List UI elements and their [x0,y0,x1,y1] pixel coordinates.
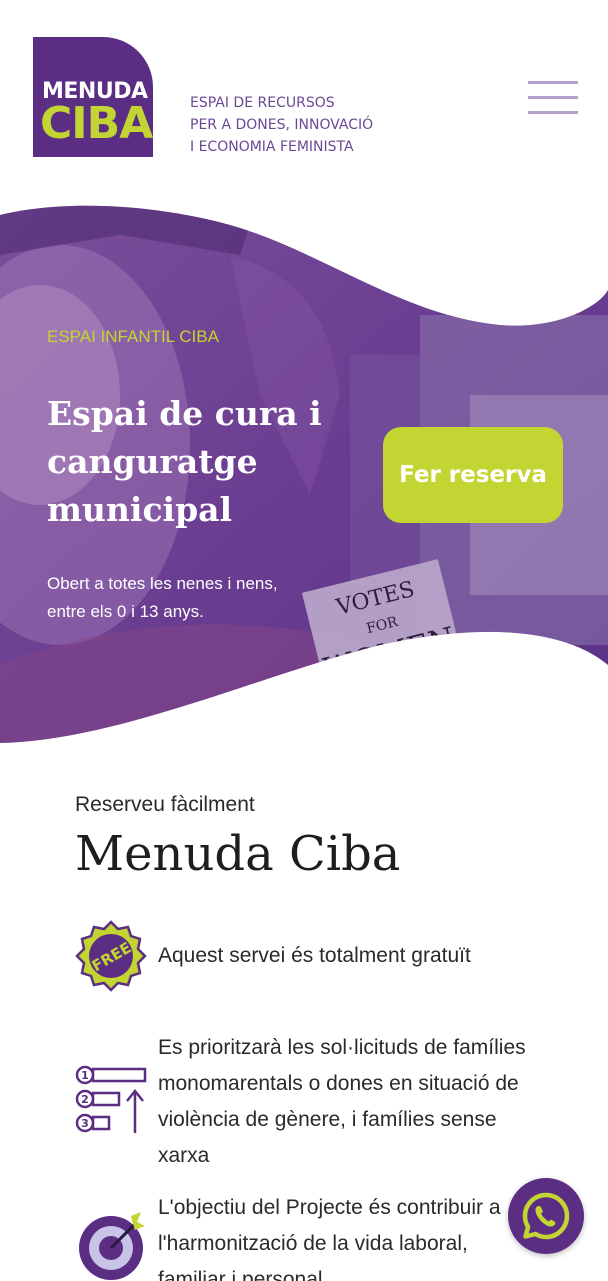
tagline-line: PER A DONES, INNOVACIÓ [190,117,374,133]
tagline-line: I ECONOMIA FEMINISTA [190,139,354,155]
feature-item: L'objectiu del Projecte és contribuir a … [75,1190,555,1281]
feature-line: l'harmonització de la vida laboral, [158,1232,468,1255]
reserve-button[interactable]: Fer reserva [383,427,563,523]
whatsapp-icon [522,1192,570,1240]
hero-banner: VOTES FOR WOMEN ESPAI INFANTIL CIBA Espa… [0,195,608,755]
target-icon [79,1212,145,1280]
menuda-ciba-logo[interactable]: MENUDA CIBA [33,37,153,157]
feature-item: FREE Aquest servei és totalment gratuït [75,920,555,1000]
feature-line: L'objectiu del Projecte és contribuir a [158,1196,501,1219]
feature-line: Aquest servei és totalment gratuït [158,944,471,967]
hero-eyebrow: ESPAI INFANTIL CIBA [47,327,219,346]
feature-line: xarxa [158,1144,210,1167]
hero-description-line: entre els 0 i 13 anys. [47,602,204,621]
whatsapp-button[interactable] [508,1178,584,1254]
feature-line: monomarentals o dones en situació de [158,1072,519,1095]
feature-text: L'objectiu del Projecte és contribuir a … [158,1190,553,1281]
logo-line-2: CIBA [40,98,153,149]
priority-number: 1 [81,1069,89,1082]
hero-description-line: Obert a totes les nenes i nens, [47,574,278,593]
hero-title: Espai de cura i canguratge municipal [47,390,347,534]
feature-item: 1 2 3 Es prioritzarà les sol·licituds de… [75,1030,555,1180]
free-badge-icon: FREE [75,920,147,992]
feature-line: violència de gènere, i famílies sense [158,1108,497,1131]
hero-title-line: canguratge [47,442,258,481]
priority-number: 3 [81,1117,89,1130]
feature-text: Es prioritzarà les sol·licituds de famíl… [158,1030,553,1174]
priority-list-icon: 1 2 3 [75,1065,147,1133]
priority-number: 2 [81,1093,89,1106]
hamburger-icon[interactable] [528,78,578,116]
site-tagline: ESPAI DE RECURSOS PER A DONES, INNOVACIÓ… [190,92,450,158]
feature-line: Es prioritzarà les sol·licituds de famíl… [158,1036,526,1059]
hero-description: Obert a totes les nenes i nens, entre el… [47,570,327,626]
section-title: Menuda Ciba [75,826,401,882]
section-subtitle: Reserveu fàcilment [75,793,255,816]
hero-title-line: Espai de cura i [47,394,322,433]
feature-text: Aquest servei és totalment gratuït [158,938,553,974]
site-header: MENUDA CIBA ESPAI DE RECURSOS PER A DONE… [0,0,608,200]
hero-title-line: municipal [47,490,233,529]
feature-line: familiar i personal [158,1268,323,1281]
tagline-line: ESPAI DE RECURSOS [190,95,335,111]
